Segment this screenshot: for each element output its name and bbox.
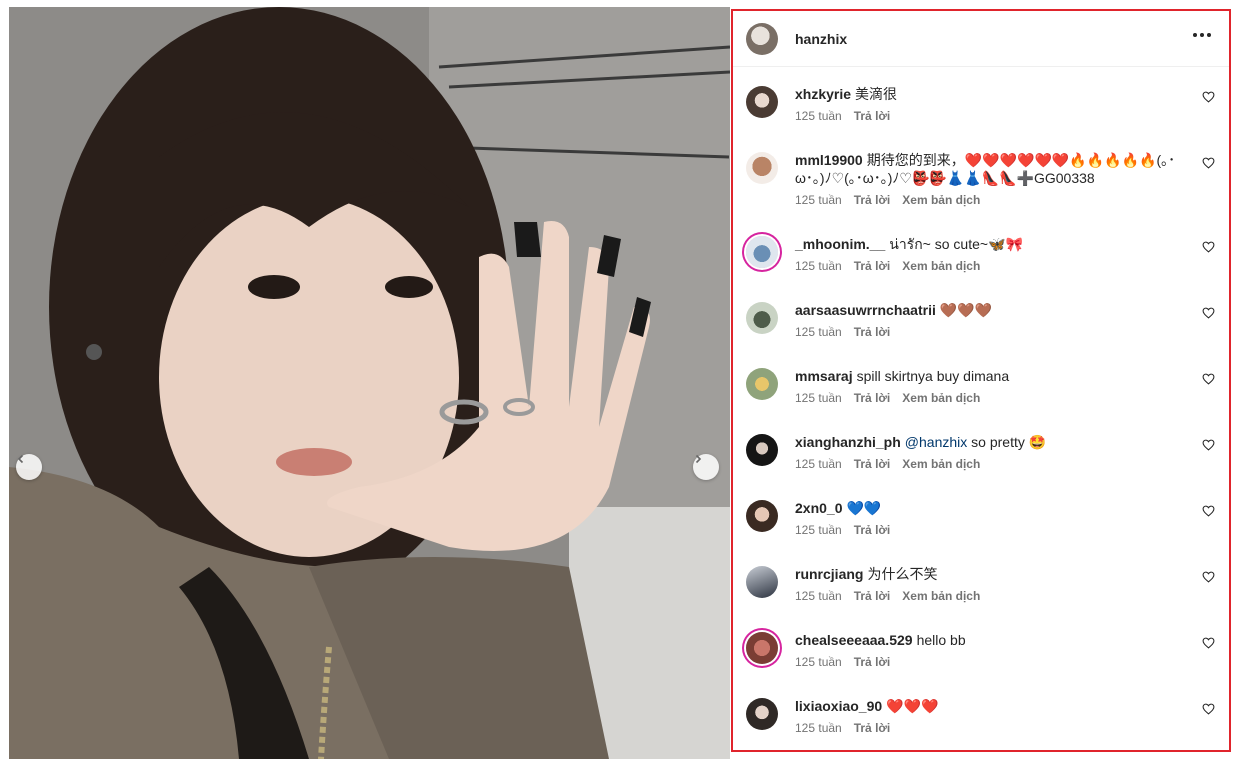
commenter-username[interactable]: mml19900: [795, 152, 863, 168]
comment-item: _mhoonim.__ น่ารัก~ so cute~🦋🎀 125 tuần T…: [733, 235, 1229, 301]
commenter-username[interactable]: chealseeeaaa.529: [795, 632, 913, 648]
comment-item: 2xn0_0 💙💙 125 tuần Trả lời: [733, 499, 1229, 565]
reply-button[interactable]: Trả lời: [854, 721, 891, 735]
comment-item: mmsaraj spill skirtnya buy dimana 125 tuầ…: [733, 367, 1229, 433]
commenter-username[interactable]: aarsaasuwrrnchaatrii: [795, 302, 936, 318]
comment-item: mml19900 期待您的到来，❤️❤️❤️❤️❤️❤️🔥🔥🔥🔥🔥(｡･ω･｡)ﾉ…: [733, 151, 1229, 235]
next-photo-button[interactable]: [693, 454, 719, 480]
more-dot-icon: [1207, 33, 1211, 37]
comment-item: xianghanzhi_ph @hanzhix so pretty 🤩 125 t…: [733, 433, 1229, 499]
comment-text: spill skirtnya buy dimana: [856, 368, 1010, 384]
reply-button[interactable]: Trả lời: [854, 325, 891, 339]
see-translation-button[interactable]: Xem bản dịch: [902, 259, 980, 273]
comment-item: runrcjiang 为什么不笑 125 tuần Trả lời Xem bản…: [733, 565, 1229, 631]
more-dot-icon: [1193, 33, 1197, 37]
heart-icon[interactable]: [1202, 373, 1215, 385]
comment-time: 125 tuần: [795, 589, 842, 603]
comment-text: 💙💙: [846, 500, 882, 516]
commenter-avatar[interactable]: [746, 368, 778, 400]
see-translation-button[interactable]: Xem bản dịch: [902, 193, 980, 207]
photo-illustration: [9, 7, 730, 759]
comment-item: chealseeeaaa.529 hello bb 125 tuần Trả lờ…: [733, 631, 1229, 697]
reply-button[interactable]: Trả lời: [854, 655, 891, 669]
reply-button[interactable]: Trả lời: [854, 523, 891, 537]
chevron-left-icon: [17, 454, 24, 464]
comment-item: xhzkyrie 美滴很 125 tuần Trả lời: [733, 85, 1229, 151]
commenter-username[interactable]: mmsaraj: [795, 368, 853, 384]
see-translation-button[interactable]: Xem bản dịch: [902, 457, 980, 471]
heart-icon[interactable]: [1202, 571, 1215, 583]
post-header: hanzhix: [733, 11, 1229, 67]
comment-time: 125 tuần: [795, 391, 842, 405]
reply-button[interactable]: Trả lời: [854, 109, 891, 123]
commenter-avatar[interactable]: [746, 632, 778, 664]
commenter-avatar[interactable]: [746, 302, 778, 334]
chevron-right-icon: [695, 454, 702, 464]
comment-text: 为什么不笑: [867, 566, 938, 582]
commenter-avatar[interactable]: [746, 434, 778, 466]
comment-text: 🤎🤎🤎: [939, 302, 993, 318]
author-username[interactable]: hanzhix: [795, 31, 847, 47]
comment-text: ❤️❤️❤️: [886, 698, 939, 714]
comment-time: 125 tuần: [795, 193, 842, 207]
heart-icon[interactable]: [1202, 439, 1215, 451]
reply-button[interactable]: Trả lời: [854, 589, 891, 603]
reply-button[interactable]: Trả lời: [854, 391, 891, 405]
commenter-username[interactable]: lixiaoxiao_90: [795, 698, 882, 714]
commenter-username[interactable]: xhzkyrie: [795, 86, 851, 102]
commenter-username[interactable]: 2xn0_0: [795, 500, 842, 516]
commenter-username[interactable]: _mhoonim.__: [795, 236, 885, 252]
comment-time: 125 tuần: [795, 325, 842, 339]
reply-button[interactable]: Trả lời: [854, 259, 891, 273]
author-avatar[interactable]: [746, 22, 778, 55]
comments-panel: hanzhix xhzkyrie 美滴很 125 tuần Trả lời mml…: [731, 9, 1231, 752]
heart-icon[interactable]: [1202, 307, 1215, 319]
comments-list: xhzkyrie 美滴很 125 tuần Trả lời mml19900 期待您…: [733, 67, 1229, 750]
comment-text: น่ารัก~ so cute~🦋🎀: [889, 236, 1023, 252]
comment-time: 125 tuần: [795, 721, 842, 735]
comment-time: 125 tuần: [795, 259, 842, 273]
heart-icon[interactable]: [1202, 703, 1215, 715]
comment-item: aarsaasuwrrnchaatrii 🤎🤎🤎 125 tuần Trả lời: [733, 301, 1229, 367]
heart-icon[interactable]: [1202, 241, 1215, 253]
comment-item: lixiaoxiao_90 ❤️❤️❤️ 125 tuần Trả lời: [733, 697, 1229, 750]
reply-button[interactable]: Trả lời: [854, 193, 891, 207]
commenter-avatar[interactable]: [746, 698, 778, 730]
comment-time: 125 tuần: [795, 457, 842, 471]
see-translation-button[interactable]: Xem bản dịch: [902, 589, 980, 603]
commenter-avatar[interactable]: [746, 86, 778, 118]
comment-time: 125 tuần: [795, 655, 842, 669]
commenter-avatar[interactable]: [746, 236, 778, 268]
heart-icon[interactable]: [1202, 505, 1215, 517]
commenter-avatar[interactable]: [746, 566, 778, 598]
post-photo: [9, 7, 730, 759]
heart-icon[interactable]: [1202, 157, 1215, 169]
commenter-avatar[interactable]: [746, 152, 778, 184]
comment-time: 125 tuần: [795, 523, 842, 537]
commenter-avatar[interactable]: [746, 500, 778, 532]
comment-text: 美滴很: [855, 86, 898, 102]
mention-link[interactable]: @hanzhix: [905, 434, 967, 450]
comment-time: 125 tuần: [795, 109, 842, 123]
more-dot-icon: [1200, 33, 1204, 37]
commenter-username[interactable]: xianghanzhi_ph: [795, 434, 901, 450]
previous-photo-button[interactable]: [16, 454, 42, 480]
comment-text: so pretty 🤩: [967, 434, 1047, 450]
heart-icon[interactable]: [1202, 91, 1215, 103]
more-options-button[interactable]: [1193, 33, 1211, 37]
comment-text: hello bb: [916, 632, 966, 648]
commenter-username[interactable]: runrcjiang: [795, 566, 863, 582]
reply-button[interactable]: Trả lời: [854, 457, 891, 471]
heart-icon[interactable]: [1202, 637, 1215, 649]
see-translation-button[interactable]: Xem bản dịch: [902, 391, 980, 405]
